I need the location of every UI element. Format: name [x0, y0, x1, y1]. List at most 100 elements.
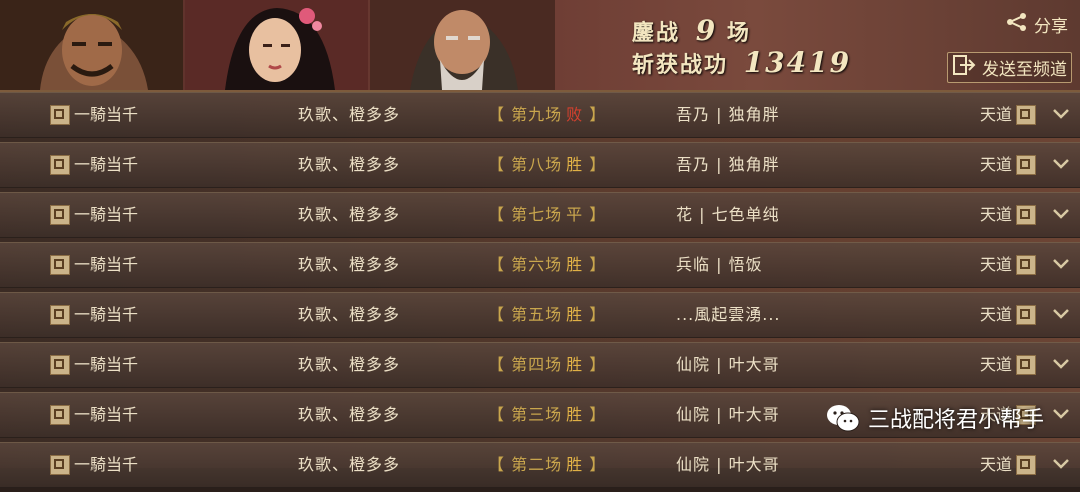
- battle-row[interactable]: 一騎当千 玖歌、橙多多 【 第五场胜 】 ...風起雲湧... 天道: [0, 292, 1080, 338]
- left-players: 玖歌、橙多多: [298, 105, 401, 124]
- round-bracket: 】: [589, 305, 607, 324]
- chevron-down-icon[interactable]: [1046, 143, 1076, 187]
- left-team: 一騎当千: [50, 143, 138, 187]
- right-team: 天道: [980, 93, 1036, 137]
- seal-icon: [1016, 254, 1036, 275]
- chevron-down-icon[interactable]: [1046, 443, 1076, 487]
- round-label: 【 第九场败 】: [488, 93, 606, 137]
- seal-icon: [1016, 304, 1036, 325]
- round-result: 胜: [566, 305, 584, 324]
- round-number: 【 第六场: [488, 255, 563, 274]
- send-to-channel-icon: [952, 54, 976, 81]
- round-label: 【 第五场胜 】: [488, 293, 606, 337]
- left-team-name: 一騎当千: [74, 455, 139, 474]
- seal-icon: [1016, 354, 1036, 375]
- round-bracket: 】: [589, 455, 607, 474]
- seal-icon: [1016, 154, 1036, 175]
- round-label: 【 第三场胜 】: [488, 393, 606, 437]
- seal-icon: [50, 254, 70, 275]
- chevron-down-icon[interactable]: [1046, 343, 1076, 387]
- left-players: 玖歌、橙多多: [298, 155, 401, 174]
- battle-row[interactable]: 一騎当千 玖歌、橙多多 【 第六场胜 】 兵临 | 悟饭 天道: [0, 242, 1080, 288]
- chevron-down-icon[interactable]: [1046, 193, 1076, 237]
- wechat-icon: [826, 403, 860, 433]
- round-result: 平: [566, 205, 584, 224]
- general-portrait-3: [370, 0, 555, 90]
- right-team: 天道: [980, 193, 1036, 237]
- general-portrait-2: [185, 0, 368, 90]
- battle-row[interactable]: 一騎当千 玖歌、橙多多 【 第二场胜 】 仙院 | 叶大哥 天道: [0, 442, 1080, 488]
- round-result: 败: [566, 105, 584, 124]
- chevron-down-icon[interactable]: [1046, 293, 1076, 337]
- right-players: 仙院 | 叶大哥: [676, 405, 780, 424]
- seal-icon: [50, 354, 70, 375]
- round-number: 【 第三场: [488, 405, 563, 424]
- seal-icon: [1016, 454, 1036, 475]
- seal-icon: [50, 404, 70, 425]
- send-to-channel-button[interactable]: 发送至频道: [947, 52, 1072, 83]
- header: 鏖战 9 场 斩获战功 13419 分享 发送至频道: [0, 0, 1080, 92]
- right-players: 兵临 | 悟饭: [676, 255, 763, 274]
- battle-row[interactable]: 一騎当千 玖歌、橙多多 【 第九场败 】 吾乃 | 独角胖 天道: [0, 92, 1080, 138]
- battle-count: 9: [695, 14, 718, 47]
- right-team-name: 天道: [979, 255, 1012, 274]
- chevron-down-icon[interactable]: [1046, 93, 1076, 137]
- right-players: ...風起雲湧...: [676, 305, 781, 324]
- left-team: 一騎当千: [50, 343, 138, 387]
- left-team: 一騎当千: [50, 193, 138, 237]
- right-players: 花 | 七色单纯: [676, 205, 780, 224]
- left-players: 玖歌、橙多多: [298, 455, 401, 474]
- left-team-name: 一騎当千: [74, 305, 139, 324]
- right-team-name: 天道: [979, 155, 1012, 174]
- watermark: 三战配将君小帮手: [826, 398, 1044, 438]
- round-result: 胜: [566, 155, 584, 174]
- round-label: 【 第六场胜 】: [488, 243, 606, 287]
- share-button[interactable]: 分享: [1006, 12, 1068, 37]
- battle-count-prefix: 鏖战: [632, 20, 681, 46]
- right-team: 天道: [980, 243, 1036, 287]
- battle-row[interactable]: 一騎当千 玖歌、橙多多 【 第四场胜 】 仙院 | 叶大哥 天道: [0, 342, 1080, 388]
- round-label: 【 第四场胜 】: [488, 343, 606, 387]
- left-players: 玖歌、橙多多: [298, 255, 401, 274]
- seal-icon: [50, 204, 70, 225]
- battle-summary: 鏖战 9 场 斩获战功 13419: [632, 14, 851, 79]
- round-bracket: 】: [589, 155, 607, 174]
- round-number: 【 第九场: [488, 105, 563, 124]
- left-players: 玖歌、橙多多: [298, 405, 401, 424]
- share-label: 分享: [1034, 17, 1068, 37]
- battle-row[interactable]: 一騎当千 玖歌、橙多多 【 第八场胜 】 吾乃 | 独角胖 天道: [0, 142, 1080, 188]
- round-bracket: 】: [589, 405, 607, 424]
- round-bracket: 】: [589, 255, 607, 274]
- seal-icon: [50, 104, 70, 125]
- right-team: 天道: [980, 293, 1036, 337]
- right-players: 仙院 | 叶大哥: [676, 355, 780, 374]
- round-number: 【 第二场: [488, 455, 563, 474]
- right-team: 天道: [980, 143, 1036, 187]
- round-result: 胜: [566, 405, 584, 424]
- general-portrait-1: [0, 0, 183, 90]
- battle-row[interactable]: 一騎当千 玖歌、橙多多 【 第七场平 】 花 | 七色单纯 天道: [0, 192, 1080, 238]
- chevron-down-icon[interactable]: [1046, 243, 1076, 287]
- round-number: 【 第五场: [488, 305, 563, 324]
- send-label: 发送至频道: [982, 60, 1067, 80]
- round-label: 【 第二场胜 】: [488, 443, 606, 487]
- right-players: 吾乃 | 独角胖: [676, 105, 780, 124]
- round-bracket: 】: [589, 205, 607, 224]
- left-team: 一騎当千: [50, 293, 138, 337]
- left-team: 一騎当千: [50, 243, 138, 287]
- right-team: 天道: [980, 443, 1036, 487]
- chevron-down-icon[interactable]: [1046, 393, 1076, 437]
- merit-value: 13419: [743, 46, 852, 79]
- right-team-name: 天道: [979, 105, 1012, 124]
- battle-count-suffix: 场: [726, 20, 751, 46]
- seal-icon: [50, 304, 70, 325]
- round-bracket: 】: [589, 105, 607, 124]
- left-team: 一騎当千: [50, 93, 138, 137]
- seal-icon: [1016, 204, 1036, 225]
- right-team-name: 天道: [979, 355, 1012, 374]
- watermark-text: 三战配将君小帮手: [867, 408, 1044, 433]
- left-team-name: 一騎当千: [74, 155, 139, 174]
- round-result: 胜: [566, 455, 584, 474]
- share-icon: [1006, 12, 1028, 37]
- round-result: 胜: [566, 355, 584, 374]
